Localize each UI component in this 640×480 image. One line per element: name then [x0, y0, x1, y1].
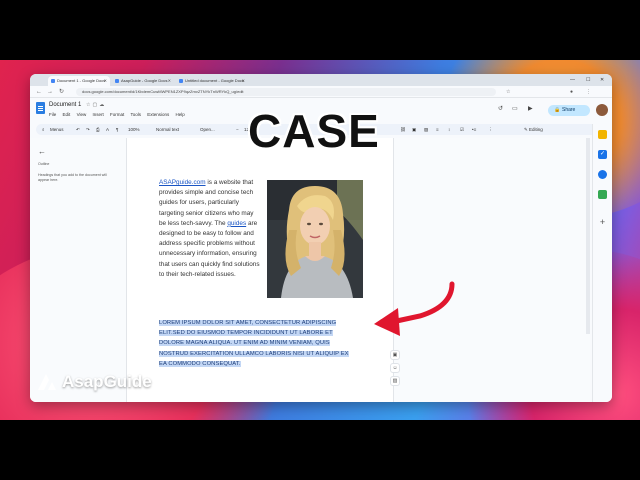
overlay-title: CASE — [248, 105, 380, 157]
red-arrow — [374, 281, 455, 336]
asapguide-logo-icon — [38, 374, 56, 390]
video-frame: Document 1 - Google Docs ✕ AsapGuide - Go… — [0, 0, 640, 480]
brand-watermark: AsapGuide — [62, 372, 152, 391]
letterbox-bottom — [0, 420, 640, 480]
